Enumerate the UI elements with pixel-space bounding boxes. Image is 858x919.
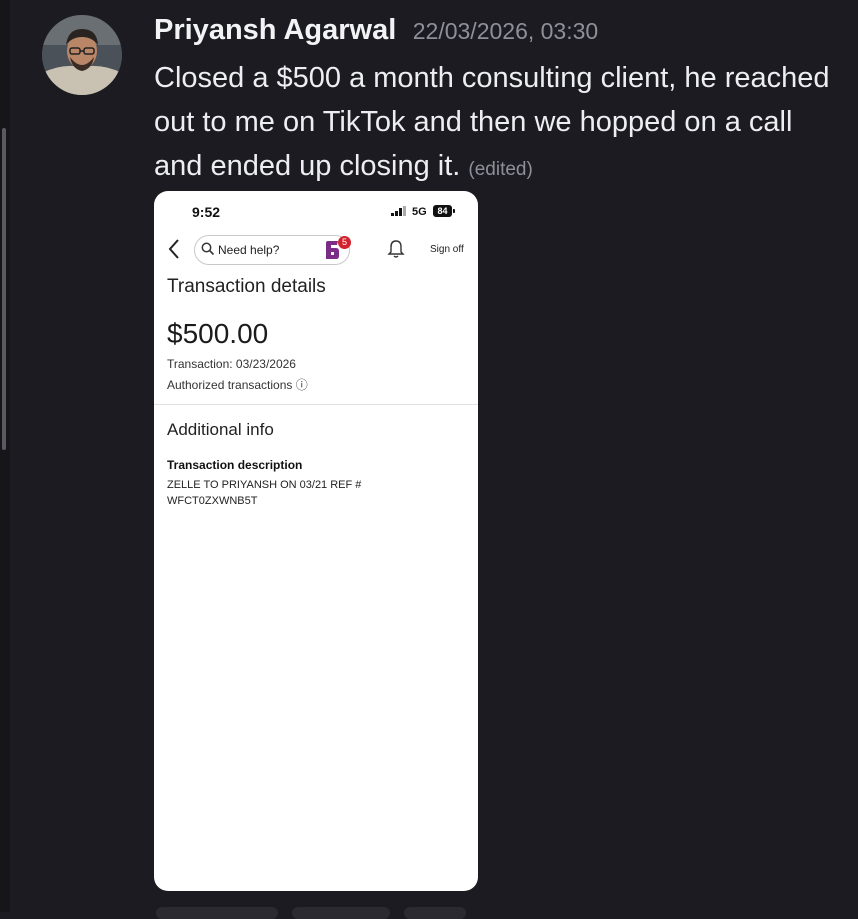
divider bbox=[154, 404, 478, 405]
authorized-transactions-info[interactable]: Authorized transactions ⓘ bbox=[167, 376, 308, 393]
back-chevron-icon[interactable] bbox=[164, 237, 184, 261]
battery-tip bbox=[453, 209, 455, 213]
reaction-pill[interactable] bbox=[156, 907, 278, 919]
network-type: 5G bbox=[412, 206, 427, 218]
bell-icon[interactable] bbox=[387, 239, 405, 259]
attachment-image[interactable]: 9:52 5G 84 Need help? 5 Sign off Transac… bbox=[154, 191, 478, 891]
status-time: 9:52 bbox=[192, 204, 221, 220]
reaction-pill[interactable] bbox=[292, 907, 390, 919]
avatar-photo-icon bbox=[42, 15, 122, 95]
transaction-description-value: ZELLE TO PRIYANSH ON 03/21 REF # WFCT0ZX… bbox=[167, 479, 362, 507]
edited-label: (edited) bbox=[468, 159, 533, 180]
transaction-details-title: Transaction details bbox=[167, 276, 326, 297]
signal-icon bbox=[391, 206, 406, 216]
channel-sidebar-edge bbox=[0, 0, 10, 912]
author-name[interactable]: Priyansh Agarwal bbox=[154, 14, 396, 46]
search-field[interactable]: Need help? 5 bbox=[194, 235, 351, 265]
search-icon bbox=[201, 242, 215, 256]
sign-off-link[interactable]: Sign off bbox=[430, 244, 464, 255]
additional-info-heading: Additional info bbox=[167, 420, 274, 439]
message-timestamp[interactable]: 22/03/2026, 03:30 bbox=[413, 18, 598, 44]
transaction-date: Transaction: 03/23/2026 bbox=[167, 357, 296, 371]
message-content: Closed a $500 a month consulting client,… bbox=[154, 56, 844, 192]
phone-status-bar: 9:52 5G 84 bbox=[154, 191, 478, 231]
transaction-description-label: Transaction description bbox=[167, 458, 303, 472]
avatar[interactable] bbox=[42, 15, 122, 95]
message-header: Priyansh Agarwal 22/03/2026, 03:30 bbox=[154, 14, 598, 54]
notification-badge: 5 bbox=[338, 236, 351, 249]
scrollbar-thumb[interactable] bbox=[2, 128, 6, 450]
search-placeholder: Need help? bbox=[218, 243, 280, 257]
reaction-pill[interactable] bbox=[404, 907, 466, 919]
transaction-amount: $500.00 bbox=[167, 318, 269, 349]
battery-icon: 84 bbox=[433, 205, 452, 217]
